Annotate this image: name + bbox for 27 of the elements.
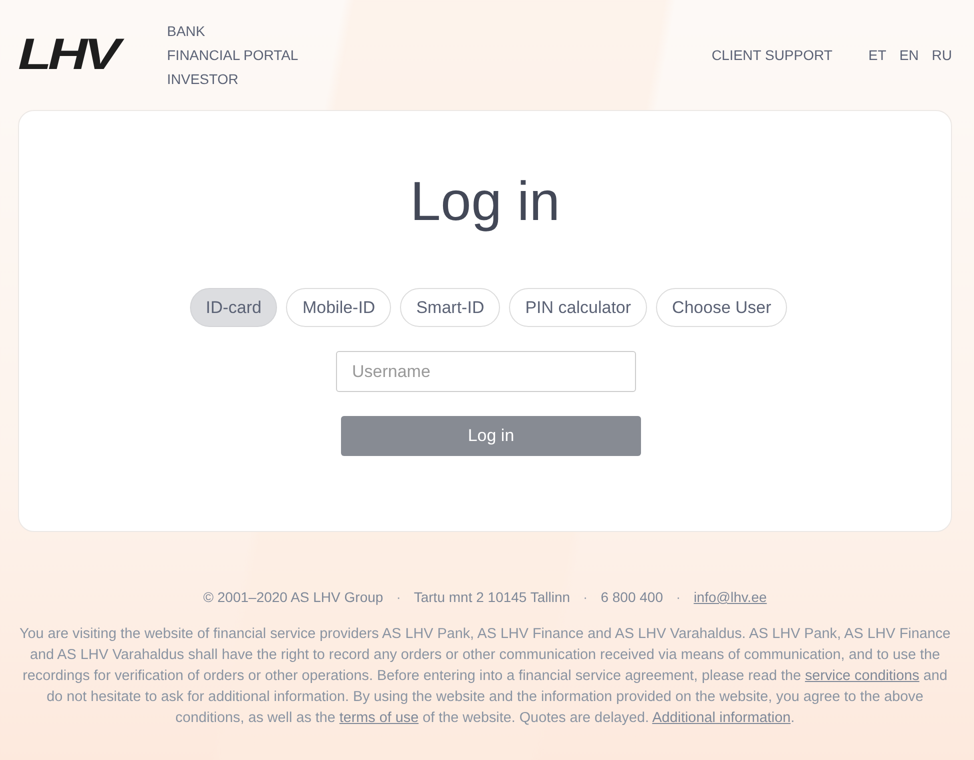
language-link[interactable]: ET	[868, 47, 886, 63]
logo[interactable]: LHV	[18, 37, 143, 73]
login-method-tab[interactable]: PIN calculator	[509, 288, 648, 327]
login-method-tab[interactable]: Mobile-ID	[286, 288, 392, 327]
contact-text: © 2001–2020 AS LHV Group	[203, 588, 384, 606]
separator-dot: ·	[396, 588, 401, 606]
inline-link[interactable]: Additional information	[652, 710, 791, 726]
separator-dot: ·	[583, 588, 588, 606]
inline-link[interactable]: terms of use	[339, 710, 419, 726]
login-button[interactable]: Log in	[341, 416, 641, 456]
inline-link[interactable]: service conditions	[804, 668, 920, 684]
nav-link[interactable]: BANK	[167, 19, 298, 43]
login-method-tab[interactable]: Smart-ID	[400, 288, 500, 327]
disclaimer-text: You are visiting the website of financial service providers AS LHV Pank, AS LHV Finance and AS LHV Varahaldus. AS LHV Pank, AS LHV Finance and AS LHV Varahaldus shall have the right to record any orders or other communication received via means of communication, and to use the recordings for verification of orders or other operations. Before entering into a financial service agreement, please read the service conditions and do not hesitate to ask for additional information. By using the website and the information provided on the website, you agree to the above conditions, as well as the terms of use of the website. Quotes are delayed. Additional information.	[18, 625, 952, 728]
nav-link[interactable]: INVESTOR	[167, 67, 298, 91]
contact-text: 6 800 400	[600, 588, 664, 606]
login-title: Log in	[410, 169, 560, 233]
username-field[interactable]: Username	[336, 351, 636, 392]
separator-dot: ·	[676, 588, 681, 606]
client-support-link[interactable]: CLIENT SUPPORT	[712, 47, 832, 63]
contact-text: Tartu mnt 2 10145 Tallinn	[414, 588, 570, 606]
language-link[interactable]: EN	[899, 47, 919, 63]
language-link[interactable]: RU	[932, 47, 952, 63]
nav-link[interactable]: FINANCIAL PORTAL	[167, 43, 298, 67]
email-link[interactable]: info@lhv.ee	[694, 588, 767, 606]
login-method-tab[interactable]: ID-card	[190, 288, 278, 327]
login-method-tab[interactable]: Choose User	[656, 288, 788, 327]
